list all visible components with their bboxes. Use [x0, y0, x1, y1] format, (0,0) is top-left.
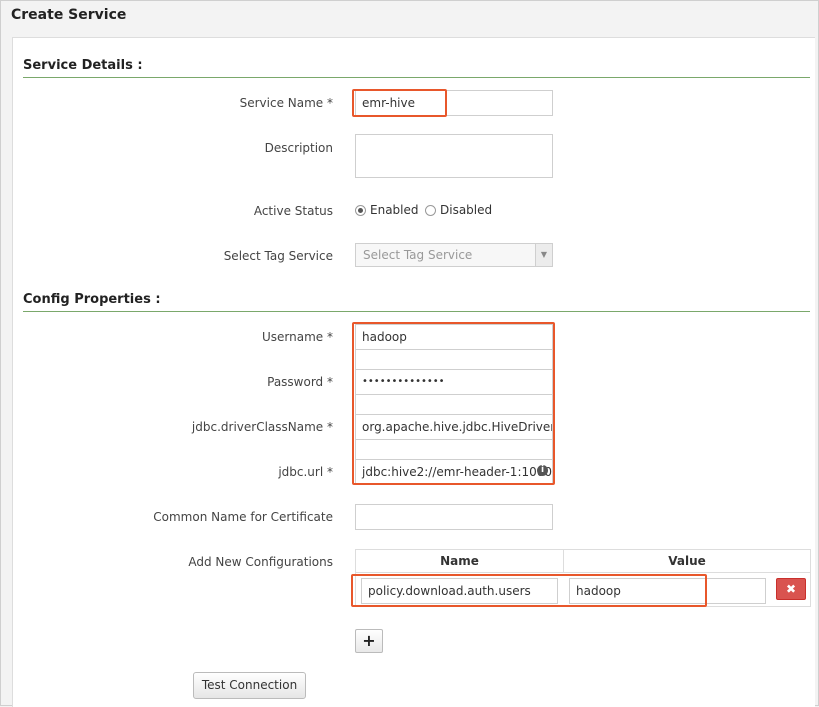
password-input[interactable]: •••••••••••••• — [355, 369, 553, 395]
test-connection-button[interactable]: Test Connection — [193, 672, 306, 699]
description-label: Description — [264, 141, 333, 155]
jdbc-url-input[interactable]: jdbc:hive2://emr-header-1:10000 — [355, 459, 553, 485]
radio-enabled-label[interactable]: Enabled — [370, 203, 419, 217]
driver-class-input[interactable]: org.apache.hive.jdbc.HiveDriver — [355, 414, 553, 440]
common-name-input[interactable] — [355, 504, 553, 530]
column-header-name: Name — [355, 549, 564, 573]
info-circle-icon[interactable]: i — [537, 465, 548, 476]
radio-disabled-label[interactable]: Disabled — [440, 203, 492, 217]
common-name-label: Common Name for Certificate — [153, 510, 333, 524]
password-label: Password * — [267, 375, 333, 389]
tag-service-placeholder: Select Tag Service — [363, 248, 473, 262]
service-name-label: Service Name * — [239, 96, 333, 110]
config-name-input[interactable]: policy.download.auth.users — [361, 578, 558, 604]
active-status-label: Active Status — [253, 204, 333, 218]
chevron-down-icon[interactable]: ▼ — [535, 244, 552, 266]
tag-service-label: Select Tag Service — [223, 249, 333, 263]
close-icon[interactable]: ✖ — [776, 578, 806, 600]
tag-service-select[interactable]: Select Tag Service ▼ — [355, 243, 553, 267]
password-spacer — [355, 395, 553, 415]
config-value-input[interactable]: hadoop — [569, 578, 766, 604]
username-label: Username * — [262, 330, 333, 344]
section-heading-service-details: Service Details : — [23, 58, 810, 78]
column-header-value: Value — [563, 549, 811, 573]
driver-class-label: jdbc.driverClassName * — [191, 420, 333, 434]
driver-class-spacer — [355, 440, 553, 460]
jdbc-url-label: jdbc.url * — [278, 465, 333, 479]
plus-icon[interactable]: + — [355, 629, 383, 653]
section-heading-config-properties: Config Properties : — [23, 292, 810, 312]
username-input[interactable]: hadoop — [355, 324, 553, 350]
radio-disabled[interactable] — [425, 205, 436, 216]
username-spacer — [355, 350, 553, 370]
service-name-input[interactable]: emr-hive — [355, 90, 553, 116]
page-title: Create Service — [11, 7, 127, 23]
radio-enabled[interactable] — [355, 205, 366, 216]
window-frame: Create Service Service Details : Service… — [0, 0, 819, 707]
add-configs-label: Add New Configurations — [188, 555, 333, 569]
description-textarea[interactable] — [355, 134, 553, 178]
